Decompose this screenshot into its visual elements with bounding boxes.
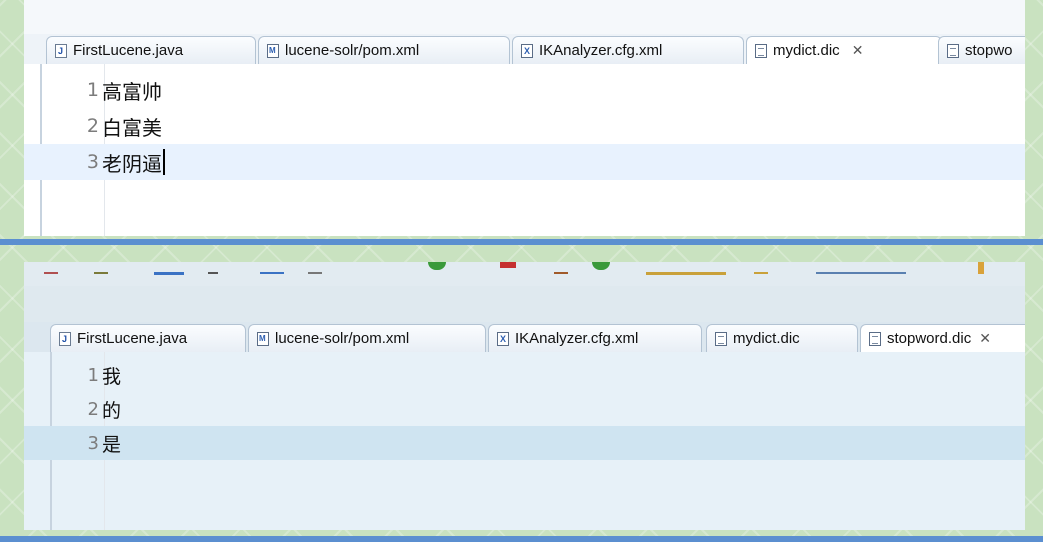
tab-mydict-dic[interactable]: mydict.dic [706,324,858,352]
editor-panel-top: FirstLucene.java lucene-solr/pom.xml IKA… [24,0,1025,236]
tab-label: mydict.dic [733,330,800,347]
line-number: 3 [87,432,99,454]
tab-label: FirstLucene.java [73,42,184,59]
window-separator-bar [0,239,1043,245]
line-number: 1 [87,364,99,386]
tab-ikanalyzer-cfg-xml[interactable]: IKAnalyzer.cfg.xml [512,36,744,64]
toolbar-icons[interactable] [816,262,906,274]
line-text: 我 [102,365,122,388]
editor-line[interactable]: 1 我 [24,358,1025,392]
toolbar-strip [24,262,1025,286]
line-text: 是 [102,433,122,456]
line-number: 3 [86,151,99,173]
close-tab-icon[interactable]: ✕ [852,42,864,59]
editor-line[interactable]: 1 高富帅 [24,72,1025,108]
editor-tab-bar: FirstLucene.java lucene-solr/pom.xml IKA… [24,322,1025,353]
editor-line[interactable]: 2 的 [24,392,1025,426]
tab-label: IKAnalyzer.cfg.xml [515,330,639,347]
tab-label: lucene-solr/pom.xml [285,42,420,59]
editor-tab-bar: FirstLucene.java lucene-solr/pom.xml IKA… [24,34,1025,65]
text-file-icon [947,43,959,58]
toolbar-icon[interactable] [154,262,184,275]
window-separator-bar [0,536,1043,542]
tab-label: mydict.dic [773,42,840,59]
editor-line[interactable]: 2 白富美 [24,108,1025,144]
text-caret [163,149,165,175]
tab-label: IKAnalyzer.cfg.xml [539,42,663,59]
tab-label: lucene-solr/pom.xml [275,330,410,347]
text-editor-area[interactable]: 1 我 2 的 3 是 [24,352,1025,530]
java-file-icon [59,331,71,346]
maven-pom-icon [257,331,269,346]
stop-icon[interactable] [500,262,516,268]
editor-line-current[interactable]: 3 老阴逼 [24,144,1025,180]
text-file-icon [869,331,881,346]
toolbar-icon[interactable] [308,262,322,274]
toolbar-icon[interactable] [754,262,768,274]
text-file-icon [755,43,767,58]
line-number: 2 [86,115,99,137]
java-file-icon [55,43,67,58]
debug-icon[interactable] [592,262,610,270]
line-text: 白富美 [102,115,162,140]
toolbar-icon[interactable] [260,262,284,274]
tab-firstlucene-java[interactable]: FirstLucene.java [46,36,256,64]
line-text: 高富帅 [102,79,162,104]
tab-mydict-dic[interactable]: mydict.dic ✕ [746,36,942,64]
toolbar-icon[interactable] [554,262,568,274]
line-text: 的 [102,399,122,422]
editor-line-current[interactable]: 3 是 [24,426,1025,460]
maven-pom-icon [267,43,279,58]
text-file-icon [715,331,727,346]
tab-stopword-dic[interactable]: stopwo [938,36,1025,64]
xml-file-icon [497,331,509,346]
toolbar-icon[interactable] [978,262,984,274]
toolbar-icon[interactable] [44,262,58,274]
xml-file-icon [521,43,533,58]
tab-pom-xml[interactable]: lucene-solr/pom.xml [258,36,510,64]
run-icon[interactable] [428,262,446,270]
line-number: 2 [87,398,99,420]
tab-label: stopword.dic [887,330,972,347]
tab-stopword-dic[interactable]: stopword.dic ✕ [860,324,1025,352]
toolbar-icon[interactable] [94,262,108,274]
tab-ikanalyzer-cfg-xml[interactable]: IKAnalyzer.cfg.xml [488,324,702,352]
editor-panel-bottom: FirstLucene.java lucene-solr/pom.xml IKA… [24,262,1025,530]
toolbar-icon[interactable] [208,262,218,274]
tab-pom-xml[interactable]: lucene-solr/pom.xml [248,324,486,352]
tab-label: stopwo [965,42,1013,59]
line-number: 1 [86,79,99,101]
line-text: 老阴逼 [102,151,162,176]
tab-firstlucene-java[interactable]: FirstLucene.java [50,324,246,352]
close-tab-icon[interactable]: ✕ [979,330,991,347]
tab-label: FirstLucene.java [77,330,188,347]
folder-icons[interactable] [646,262,726,275]
text-editor-area[interactable]: 1 高富帅 2 白富美 3 老阴逼 [24,64,1025,236]
